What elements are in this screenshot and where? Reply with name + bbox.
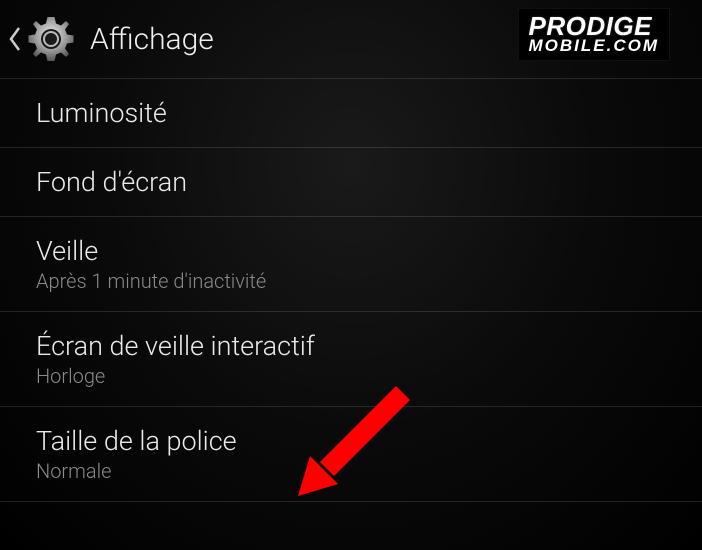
logo-line2: MOBILE.COM — [529, 37, 660, 54]
list-item-brightness[interactable]: Luminosité — [0, 78, 702, 148]
list-item-sleep[interactable]: Veille Après 1 minute d'inactivité — [0, 217, 702, 312]
list-item-daydream[interactable]: Écran de veille interactif Horloge — [0, 312, 702, 407]
chevron-left-icon — [8, 25, 22, 53]
item-subtitle: Normale — [36, 459, 666, 483]
item-title: Luminosité — [36, 97, 666, 129]
item-subtitle: Après 1 minute d'inactivité — [36, 269, 666, 293]
item-title: Écran de veille interactif — [36, 330, 666, 362]
item-subtitle: Horloge — [36, 364, 666, 388]
settings-list: Luminosité Fond d'écran Veille Après 1 m… — [0, 78, 702, 502]
list-item-font-size[interactable]: Taille de la police Normale — [0, 407, 702, 502]
list-item-wallpaper[interactable]: Fond d'écran — [0, 148, 702, 217]
item-title: Fond d'écran — [36, 166, 666, 198]
gear-icon — [26, 14, 76, 64]
item-title: Veille — [36, 235, 666, 267]
page-title: Affichage — [90, 22, 214, 57]
watermark-logo: PRODIGE MOBILE.COM — [518, 8, 671, 61]
back-button[interactable] — [8, 14, 76, 64]
item-title: Taille de la police — [36, 425, 666, 457]
